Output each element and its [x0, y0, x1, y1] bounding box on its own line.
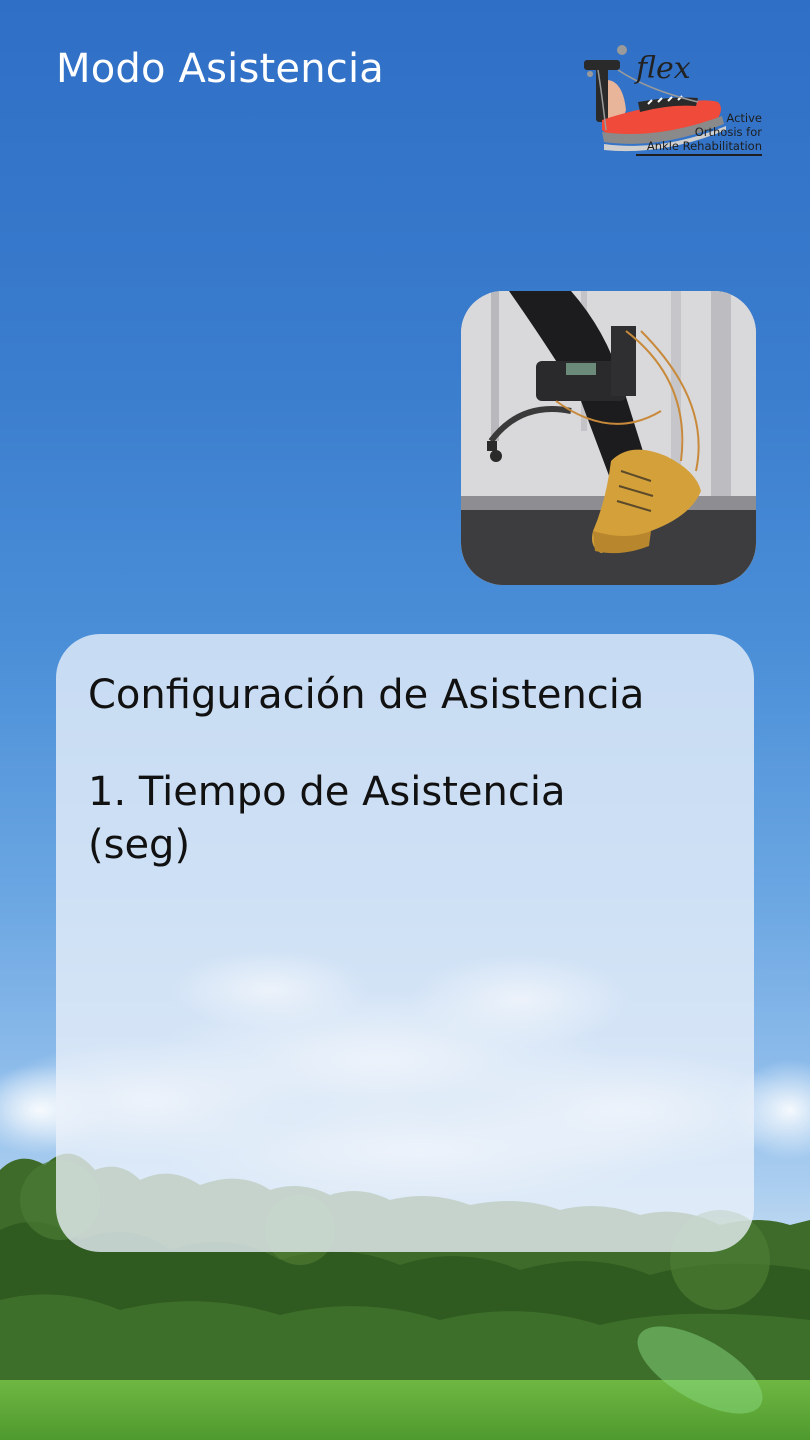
- logo-caption-line2: Orthosis for: [694, 125, 762, 139]
- app-screen: Modo Asistencia flex Active Orthosis for…: [0, 0, 810, 1440]
- assistance-time-label: 1. Tiempo de Asistencia (seg): [88, 769, 566, 868]
- logo-caption-line3: Ankle Rehabilitation: [646, 139, 762, 153]
- logo-caption-line1: Active: [726, 111, 762, 125]
- photo-illustration: [461, 291, 756, 585]
- page-title: Modo Asistencia: [56, 46, 384, 92]
- config-heading: Configuración de Asistencia: [88, 672, 645, 718]
- logo-script-text: flex: [634, 51, 691, 86]
- assistance-config-panel: Configuración de Asistencia 1. Tiempo de…: [56, 634, 754, 1252]
- ankle-orthosis-photo: [461, 291, 756, 585]
- logo-underline: [636, 154, 762, 156]
